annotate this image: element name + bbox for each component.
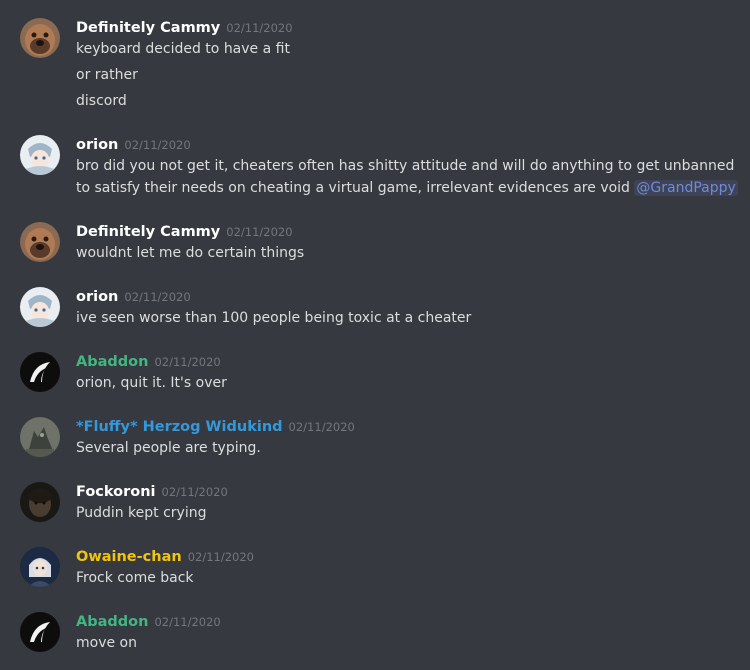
timestamp: 02/11/2020	[124, 290, 191, 304]
timestamp: 02/11/2020	[187, 550, 254, 564]
timestamp: 02/11/2020	[154, 355, 221, 369]
timestamp: 02/11/2020	[226, 225, 293, 239]
message-text: move on	[76, 635, 137, 651]
message-text: orion, quit it. It's over	[76, 375, 227, 391]
avatar[interactable]	[20, 287, 60, 327]
anime-character-avatar-icon	[20, 135, 60, 175]
message-header: Definitely Cammy 02/11/2020	[76, 17, 293, 38]
username[interactable]: Abaddon	[76, 354, 148, 370]
message-header: Definitely Cammy 02/11/2020	[76, 221, 293, 242]
username[interactable]: Fockoroni	[76, 484, 156, 500]
avatar[interactable]	[20, 352, 60, 392]
timestamp: 02/11/2020	[226, 21, 293, 35]
message-text: Several people are typing.	[76, 440, 261, 456]
username[interactable]: Definitely Cammy	[76, 224, 220, 240]
avatar[interactable]	[20, 18, 60, 58]
anime-girl-avatar-icon	[20, 547, 60, 587]
message-text: Puddin kept crying	[76, 505, 207, 521]
avatar[interactable]	[20, 135, 60, 175]
timestamp: 02/11/2020	[288, 420, 355, 434]
username[interactable]: Owaine-chan	[76, 549, 182, 565]
message-text: ive seen worse than 100 people being tox…	[76, 310, 472, 326]
message-text-line: to satisfy their needs on cheating a vir…	[76, 178, 738, 198]
timestamp: 02/11/2020	[124, 138, 191, 152]
message-header: orion 02/11/2020	[76, 134, 191, 155]
message-text: wouldnt let me do certain things	[76, 245, 305, 261]
username[interactable]: *Fluffy* Herzog Widukind	[76, 419, 283, 435]
dark-face-avatar-icon	[20, 482, 60, 522]
mastiff-dog-avatar-icon	[20, 222, 60, 262]
message-text: or rather	[76, 67, 138, 83]
username[interactable]: Abaddon	[76, 614, 148, 630]
message-header: orion 02/11/2020	[76, 286, 191, 307]
message-text: discord	[76, 93, 127, 109]
mastiff-dog-avatar-icon	[20, 18, 60, 58]
message-header: Abaddon 02/11/2020	[76, 611, 221, 632]
message-header: *Fluffy* Herzog Widukind 02/11/2020	[76, 416, 355, 437]
message-text: to satisfy their needs on cheating a vir…	[76, 180, 630, 196]
message-text: Frock come back	[76, 570, 194, 586]
message-header: Owaine-chan 02/11/2020	[76, 546, 254, 567]
username[interactable]: orion	[76, 137, 118, 153]
message-header: Fockoroni 02/11/2020	[76, 481, 228, 502]
anime-character-avatar-icon	[20, 287, 60, 327]
avatar[interactable]	[20, 612, 60, 652]
black-hood-avatar-icon	[20, 352, 60, 392]
timestamp: 02/11/2020	[154, 615, 221, 629]
avatar[interactable]	[20, 222, 60, 262]
avatar[interactable]	[20, 417, 60, 457]
timestamp: 02/11/2020	[161, 485, 228, 499]
black-hood-avatar-icon	[20, 612, 60, 652]
avatar[interactable]	[20, 547, 60, 587]
message-text: keyboard decided to have a fit	[76, 41, 290, 57]
username[interactable]: Definitely Cammy	[76, 20, 220, 36]
avatar[interactable]	[20, 482, 60, 522]
message-text: bro did you not get it, cheaters often h…	[76, 158, 735, 174]
user-mention[interactable]: @GrandPappy	[634, 180, 738, 196]
chat-messages: Definitely Cammy 02/11/2020 keyboard deci…	[0, 0, 750, 670]
message-header: Abaddon 02/11/2020	[76, 351, 221, 372]
wolf-statue-avatar-icon	[20, 417, 60, 457]
username[interactable]: orion	[76, 289, 118, 305]
